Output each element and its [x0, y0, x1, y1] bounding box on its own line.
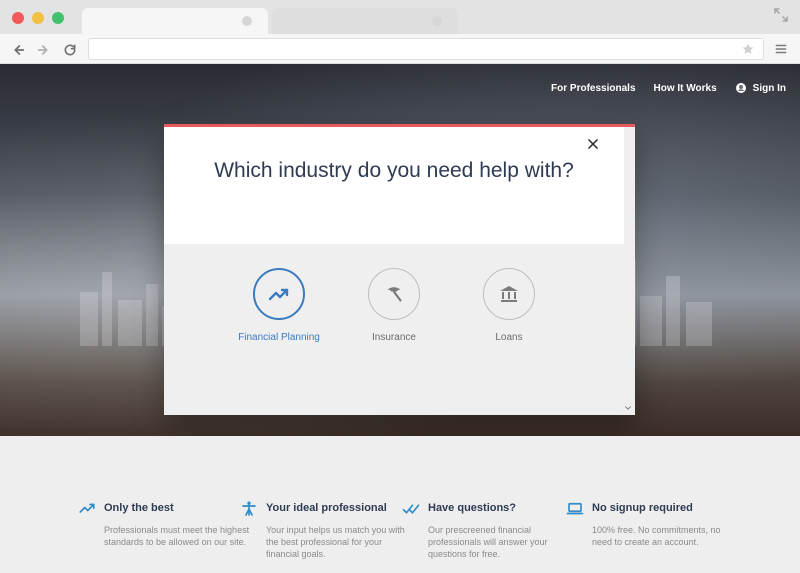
sign-in-label: Sign In [752, 82, 786, 94]
scroll-down-icon[interactable] [625, 405, 631, 411]
expand-icon[interactable] [772, 6, 790, 24]
feature-body: 100% free. No commitments, no need to cr… [592, 525, 721, 547]
feature-body: Your input helps us match you with the b… [266, 525, 405, 559]
minimize-window-button[interactable] [32, 12, 44, 24]
option-label: Loans [495, 332, 523, 343]
feature-title: Your ideal professional [266, 502, 387, 514]
star-icon[interactable] [741, 42, 755, 56]
back-icon[interactable] [10, 42, 26, 58]
bank-icon [500, 286, 518, 302]
window-controls [12, 12, 64, 24]
industry-option-loans[interactable]: Loans [439, 268, 579, 343]
browser-tab-active[interactable] [82, 8, 268, 34]
browser-toolbar [0, 34, 800, 64]
nav-how-it-works[interactable]: How It Works [654, 83, 717, 94]
laptop-icon [566, 502, 584, 515]
trending-up-icon [79, 503, 95, 513]
feature-title: No signup required [592, 502, 693, 514]
menu-icon[interactable] [774, 42, 788, 56]
features-section: Only the best Professionals must meet th… [0, 436, 800, 573]
browser-tab-inactive[interactable] [272, 8, 458, 34]
reload-icon[interactable] [62, 42, 78, 58]
feature-title: Only the best [104, 502, 174, 514]
modal-header: Which industry do you need help with? [164, 127, 624, 244]
option-circle [368, 268, 420, 320]
person-icon [242, 501, 256, 516]
tab-close-button[interactable] [432, 16, 442, 26]
nav-for-professionals[interactable]: For Professionals [551, 83, 635, 94]
nav-sign-in[interactable]: Sign In [735, 82, 786, 94]
forward-icon[interactable] [36, 42, 52, 58]
option-circle [483, 268, 535, 320]
top-navigation: For Professionals How It Works Sign In [551, 82, 786, 94]
feature-title: Have questions? [428, 502, 517, 514]
maximize-window-button[interactable] [52, 12, 64, 24]
feature-body: Professionals must meet the highest stan… [104, 525, 250, 547]
close-icon[interactable] [586, 137, 600, 151]
address-bar[interactable] [88, 38, 764, 60]
double-check-icon [402, 504, 420, 514]
trending-up-icon [268, 288, 289, 301]
feature-body: Our prescreened financial professionals … [428, 525, 548, 559]
modal-title: Which industry do you need help with? [214, 159, 574, 182]
browser-titlebar [0, 0, 800, 34]
industry-modal: Which industry do you need help with? Fi… [164, 124, 635, 415]
close-window-button[interactable] [12, 12, 24, 24]
umbrella-icon [387, 287, 402, 302]
industry-options: Financial Planning Insurance Loans [164, 268, 624, 358]
tab-close-button[interactable] [242, 16, 252, 26]
user-icon [735, 83, 746, 93]
option-circle [253, 268, 305, 320]
